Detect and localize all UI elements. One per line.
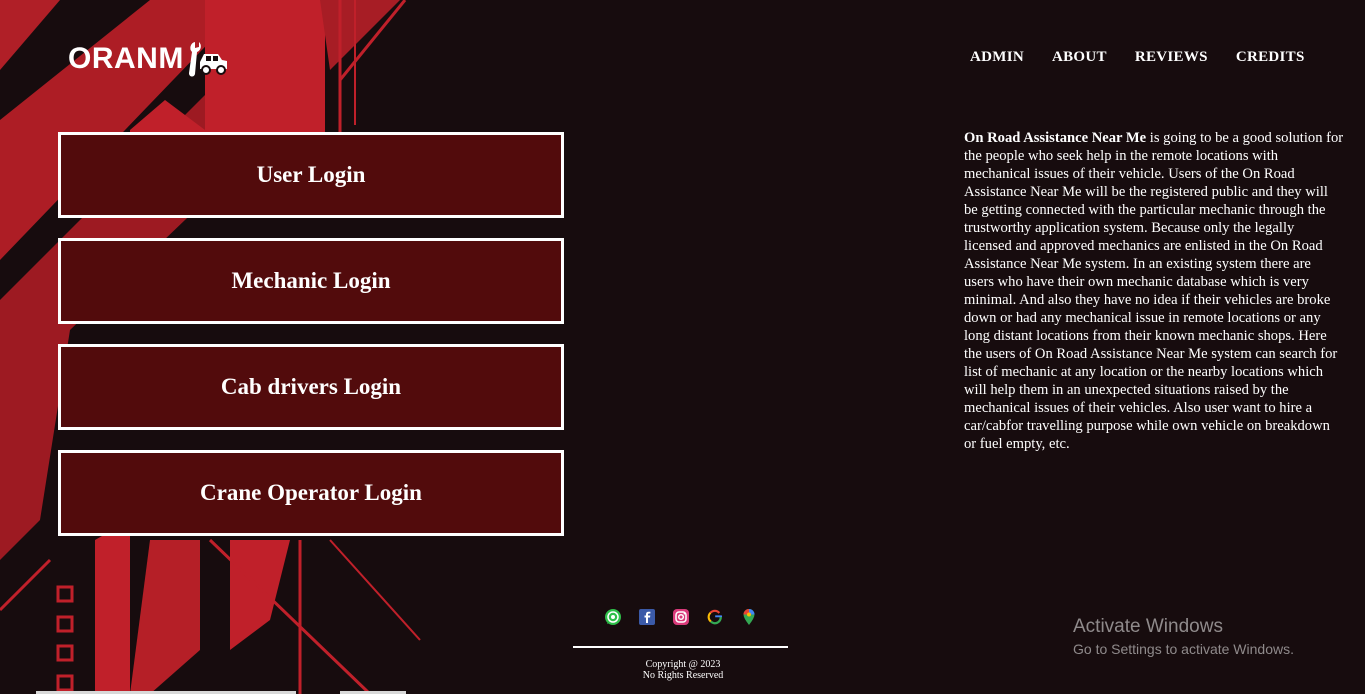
instagram-icon[interactable] [672, 608, 690, 626]
facebook-icon[interactable] [638, 608, 656, 626]
wrench-car-icon [188, 42, 227, 77]
whatsapp-icon[interactable] [604, 608, 622, 626]
maps-pin-icon[interactable] [740, 608, 758, 626]
crane-operator-login-button[interactable]: Crane Operator Login [58, 450, 564, 536]
social-links [604, 608, 758, 626]
about-text: is going to be a good solution for the p… [964, 130, 1344, 452]
rights-text: No Rights Reserved [642, 670, 724, 681]
about-highlight: On Road Assistance Near Me [964, 130, 1147, 146]
copyright-text: Copyright @ 2023 [645, 659, 721, 670]
user-login-button[interactable]: User Login [58, 132, 564, 218]
copyright: Copyright @ 2023 No Rights Reserved [573, 659, 793, 681]
windows-activation-watermark: Activate Windows Go to Settings to activ… [1073, 616, 1294, 659]
about-description: On Road Assistance Near Me is going to b… [964, 129, 1344, 453]
nav-reviews[interactable]: REVIEWS [1135, 49, 1208, 66]
brand-name: ORANM [68, 42, 184, 75]
mechanic-login-button[interactable]: Mechanic Login [58, 238, 564, 324]
nav-about[interactable]: ABOUT [1052, 49, 1107, 66]
google-icon[interactable] [706, 608, 724, 626]
cab-drivers-login-button[interactable]: Cab drivers Login [58, 344, 564, 430]
brand-logo[interactable]: ORANM [68, 40, 230, 78]
activate-subtitle: Go to Settings to activate Windows. [1073, 641, 1294, 657]
activate-title: Activate Windows [1073, 616, 1223, 637]
nav-admin[interactable]: ADMIN [970, 49, 1024, 66]
top-nav: ADMIN ABOUT REVIEWS CREDITS [970, 49, 1305, 66]
nav-credits[interactable]: CREDITS [1236, 49, 1305, 66]
footer-divider [573, 646, 788, 648]
